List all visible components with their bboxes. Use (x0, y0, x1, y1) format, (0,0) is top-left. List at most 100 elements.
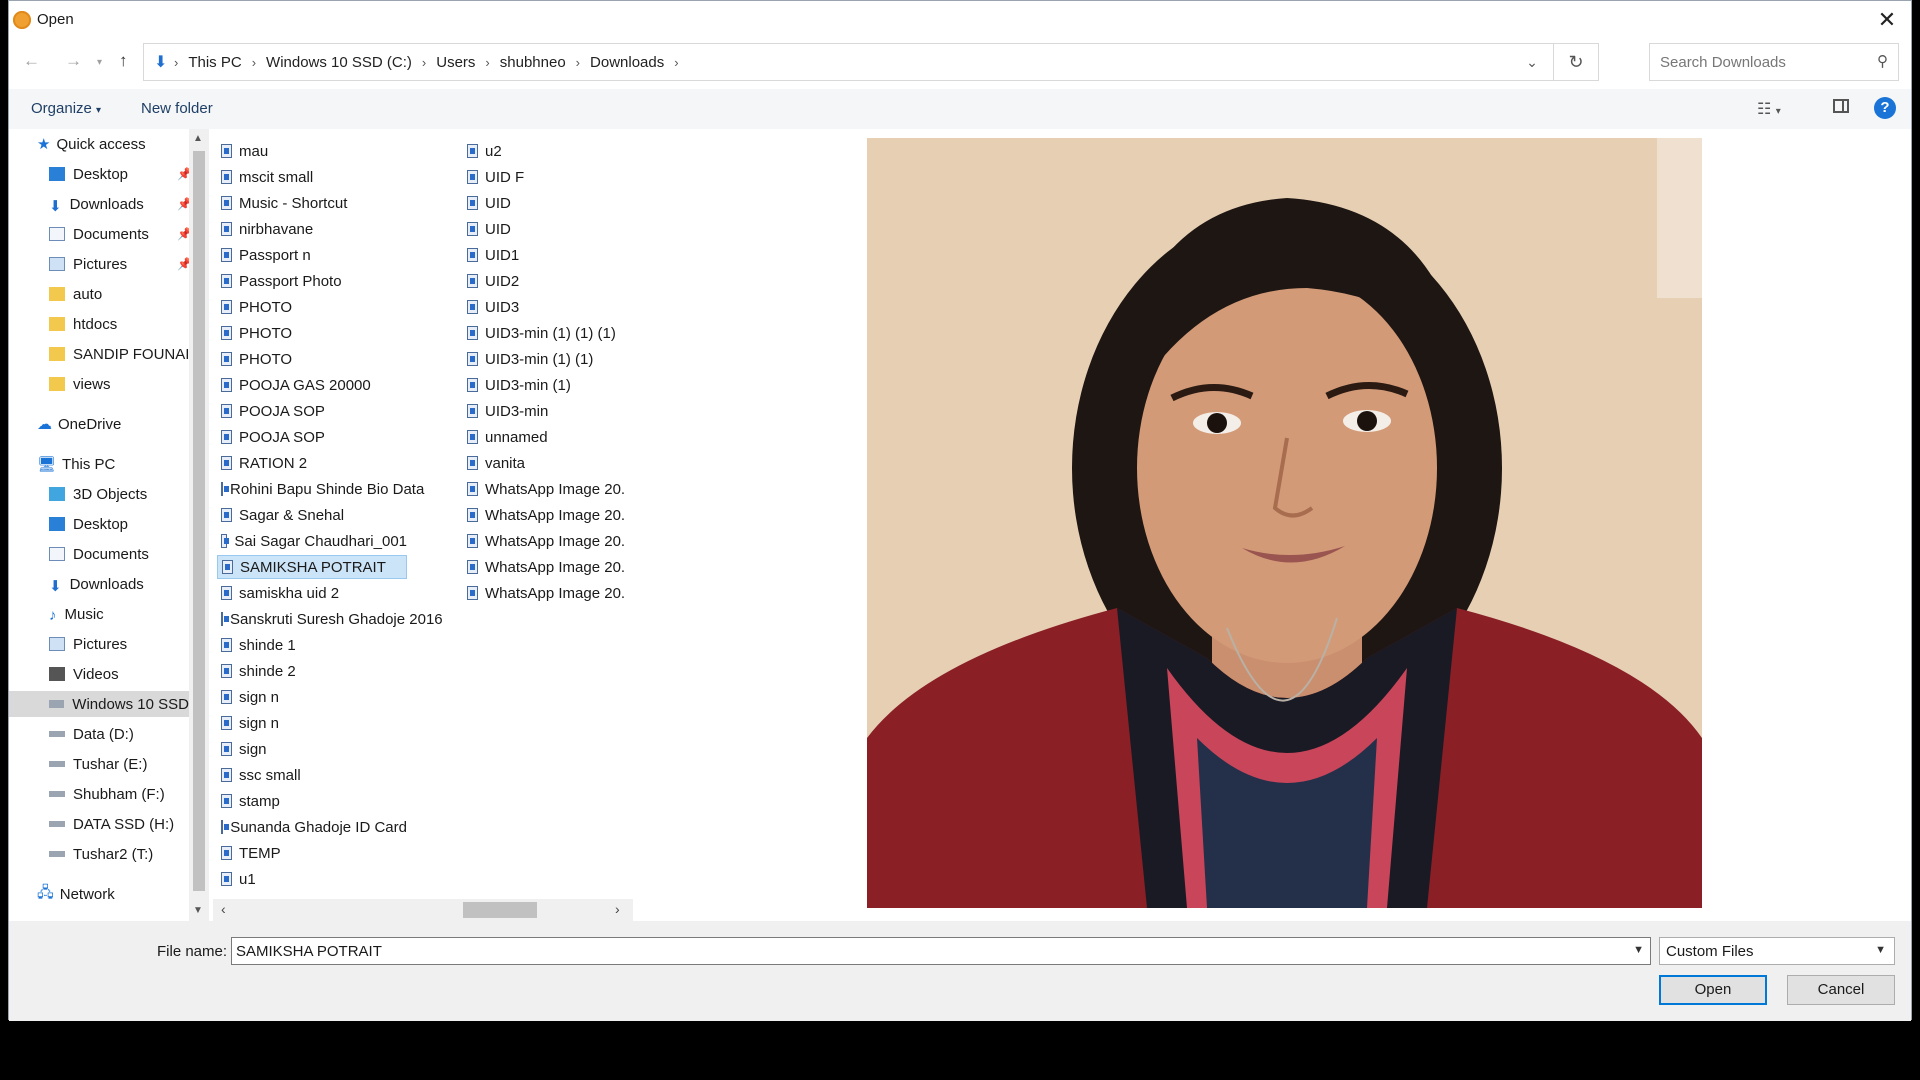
file-list-horizontal-scrollbar[interactable]: ‹ › (213, 899, 633, 921)
nav-quick-access[interactable]: ★ Quick access (37, 131, 146, 157)
breadcrumb-users[interactable]: Users (436, 54, 475, 71)
file-item[interactable]: nirbhavane (217, 217, 407, 241)
scroll-down-icon[interactable]: ▼ (193, 905, 203, 916)
nav-item-desktop[interactable]: Desktop 📌 (49, 161, 189, 187)
breadcrumb-drive[interactable]: Windows 10 SSD (C:) (266, 54, 412, 71)
up-arrow-icon[interactable]: ↑ (119, 51, 128, 71)
file-name-input[interactable]: SAMIKSHA POTRAIT ▼ (231, 937, 1651, 965)
help-icon[interactable]: ? (1874, 97, 1896, 119)
file-item[interactable]: UID2 (463, 269, 629, 293)
chevron-right-icon[interactable]: › (674, 55, 678, 70)
file-item[interactable]: UID3-min (1) (463, 373, 629, 397)
file-item[interactable]: sign n (217, 711, 407, 735)
file-item[interactable]: WhatsApp Image 20. (463, 477, 629, 501)
nav-item-3d-objects[interactable]: 3D Objects (49, 481, 147, 507)
file-item[interactable]: UID3-min (1) (1) (463, 347, 629, 371)
breadcrumb-this-pc[interactable]: This PC (188, 54, 241, 71)
file-item[interactable]: UID (463, 191, 629, 215)
file-item[interactable]: UID F (463, 165, 629, 189)
nav-item-data-ssd-h[interactable]: DATA SSD (H:) (49, 811, 174, 837)
file-item[interactable]: UID3-min (463, 399, 629, 423)
file-item[interactable]: Sanskruti Suresh Ghadoje 2016 (217, 607, 443, 631)
nav-item-pc-downloads[interactable]: ⬇ Downloads (49, 571, 144, 597)
nav-item-pictures[interactable]: Pictures 📌 (49, 251, 189, 277)
file-item[interactable]: WhatsApp Image 20. (463, 581, 629, 605)
file-item[interactable]: mau (217, 139, 407, 163)
nav-item-views[interactable]: views (49, 371, 111, 397)
file-item[interactable]: sign n (217, 685, 407, 709)
search-icon[interactable]: ⚲ (1877, 52, 1888, 70)
nav-item-pc-desktop[interactable]: Desktop (49, 511, 128, 537)
scrollbar-thumb[interactable] (463, 902, 537, 918)
nav-item-pc-pictures[interactable]: Pictures (49, 631, 127, 657)
nav-item-music[interactable]: ♪ Music (49, 601, 104, 627)
preview-pane-icon[interactable] (1833, 99, 1849, 113)
file-item[interactable]: UID3-min (1) (1) (1) (463, 321, 629, 345)
cancel-button[interactable]: Cancel (1787, 975, 1895, 1005)
chevron-down-icon[interactable]: ▼ (1633, 944, 1644, 956)
file-item[interactable]: POOJA SOP (217, 399, 407, 423)
file-item[interactable]: UID (463, 217, 629, 241)
nav-network[interactable]: 🖧 Network (37, 881, 115, 907)
file-item[interactable]: UID1 (463, 243, 629, 267)
file-item[interactable]: UID3 (463, 295, 629, 319)
file-item[interactable]: shinde 2 (217, 659, 407, 683)
file-item[interactable]: samiskha uid 2 (217, 581, 407, 605)
file-item[interactable]: mscit small (217, 165, 407, 189)
close-icon[interactable]: ✕ (1869, 3, 1905, 37)
scroll-up-icon[interactable]: ▲ (193, 133, 203, 144)
nav-item-sandip-founai[interactable]: SANDIP FOUNAI (49, 341, 189, 367)
file-item[interactable]: Sai Sagar Chaudhari_001 (217, 529, 407, 553)
file-item[interactable]: PHOTO (217, 321, 407, 345)
nav-this-pc[interactable]: 🖥 This PC (37, 451, 115, 477)
search-input[interactable]: Search Downloads ⚲ (1649, 43, 1899, 81)
new-folder-button[interactable]: New folder (141, 100, 213, 117)
recent-locations-chevron-icon[interactable]: ▾ (97, 57, 102, 68)
nav-item-downloads[interactable]: ⬇ Downloads 📌 (49, 191, 189, 217)
file-item[interactable]: TEMP (217, 841, 407, 865)
file-item[interactable]: WhatsApp Image 20. (463, 529, 629, 553)
nav-item-windows-ssd[interactable]: Windows 10 SSD (9, 691, 189, 717)
scrollbar-thumb[interactable] (193, 151, 205, 891)
file-item[interactable]: PHOTO (217, 347, 407, 371)
file-item[interactable]: Sunanda Ghadoje ID Card (217, 815, 407, 839)
scroll-left-icon[interactable]: ‹ (221, 901, 226, 917)
scroll-right-icon[interactable]: › (615, 901, 620, 917)
file-item[interactable]: SAMIKSHA POTRAIT (217, 555, 407, 579)
forward-arrow-icon[interactable]: → (65, 51, 82, 71)
nav-item-tushar-e[interactable]: Tushar (E:) (49, 751, 147, 777)
file-item[interactable]: Music - Shortcut (217, 191, 407, 215)
file-item[interactable]: POOJA SOP (217, 425, 407, 449)
back-arrow-icon[interactable]: ← (23, 51, 40, 71)
nav-item-auto[interactable]: auto (49, 281, 102, 307)
nav-item-pc-documents[interactable]: Documents (49, 541, 149, 567)
file-item[interactable]: WhatsApp Image 20. (463, 555, 629, 579)
file-item[interactable]: Passport Photo (217, 269, 407, 293)
nav-item-documents[interactable]: Documents 📌 (49, 221, 189, 247)
file-item[interactable]: vanita (463, 451, 629, 475)
nav-item-tushar2-t[interactable]: Tushar2 (T:) (49, 841, 153, 867)
navigation-scrollbar[interactable]: ▲ ▼ (189, 129, 209, 921)
nav-item-htdocs[interactable]: htdocs (49, 311, 117, 337)
file-item[interactable]: Passport n (217, 243, 407, 267)
file-item[interactable]: PHOTO (217, 295, 407, 319)
nav-item-shubham-f[interactable]: Shubham (F:) (49, 781, 165, 807)
change-view-icon[interactable]: ☷ ▾ (1757, 99, 1781, 119)
file-item[interactable]: WhatsApp Image 20. (463, 503, 629, 527)
nav-onedrive[interactable]: ☁ OneDrive (37, 411, 121, 437)
file-item[interactable]: RATION 2 (217, 451, 407, 475)
file-item[interactable]: ssc small (217, 763, 407, 787)
breadcrumb-downloads[interactable]: Downloads (590, 54, 664, 71)
nav-item-videos[interactable]: Videos (49, 661, 119, 687)
file-item[interactable]: shinde 1 (217, 633, 407, 657)
organize-button[interactable]: Organize ▾ (31, 100, 101, 117)
nav-item-data-d[interactable]: Data (D:) (49, 721, 134, 747)
address-dropdown-icon[interactable]: ⌄ (1512, 44, 1552, 80)
file-item[interactable]: POOJA GAS 20000 (217, 373, 407, 397)
breadcrumb-user[interactable]: shubhneo (500, 54, 566, 71)
file-item[interactable]: u1 (217, 867, 407, 891)
file-type-select[interactable]: Custom Files ▼ (1659, 937, 1895, 965)
refresh-icon[interactable]: ↻ (1553, 44, 1598, 80)
address-bar[interactable]: ⬇ › This PC › Windows 10 SSD (C:) › User… (143, 43, 1599, 81)
file-item[interactable]: stamp (217, 789, 407, 813)
